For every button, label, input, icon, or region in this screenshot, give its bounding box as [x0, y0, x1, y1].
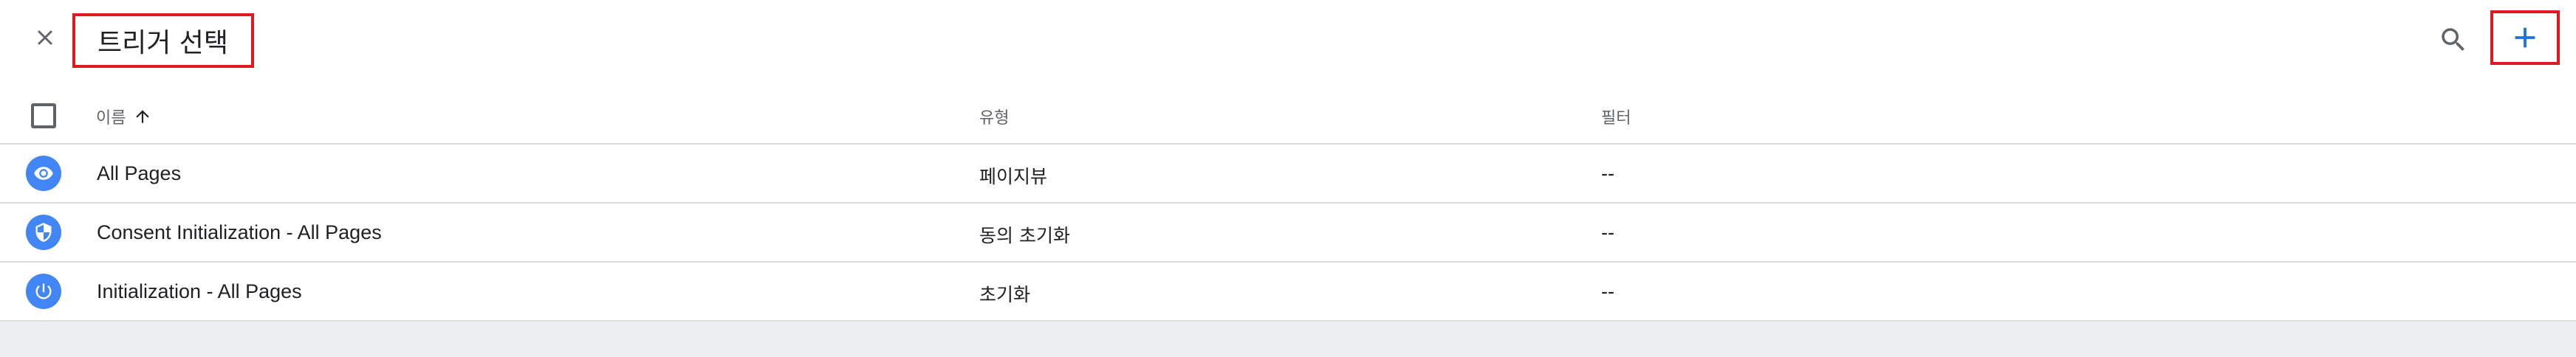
- trigger-type: 동의 초기화: [979, 225, 1070, 246]
- column-header-type[interactable]: 유형: [979, 105, 1009, 128]
- dialog-footer-background: [0, 322, 2576, 357]
- trigger-table: 이름 유형 필터 All Pages 페이지뷰 -- Consent Initi…: [0, 86, 2576, 322]
- table-row[interactable]: Initialization - All Pages 초기화 --: [0, 263, 2576, 322]
- trigger-name: All Pages: [97, 162, 182, 184]
- trigger-name: Consent Initialization - All Pages: [97, 221, 382, 243]
- trigger-type: 페이지뷰: [979, 166, 1048, 187]
- trigger-filter: --: [1601, 280, 1614, 302]
- close-icon: [38, 30, 52, 45]
- eye-icon: [26, 156, 61, 191]
- close-button[interactable]: [27, 19, 64, 56]
- table-row[interactable]: All Pages 페이지뷰 --: [0, 145, 2576, 204]
- shield-icon: [26, 215, 61, 250]
- arrow-up-icon: [133, 107, 152, 126]
- select-all-checkbox[interactable]: [31, 103, 56, 128]
- table-header: 이름 유형 필터: [0, 86, 2576, 145]
- power-icon: [26, 274, 61, 309]
- trigger-filter: --: [1601, 162, 1614, 184]
- dialog-header: 트리거 선택: [0, 0, 2576, 81]
- trigger-type: 초기화: [979, 284, 1031, 305]
- table-row[interactable]: Consent Initialization - All Pages 동의 초기…: [0, 204, 2576, 263]
- title-highlight: 트리거 선택: [72, 13, 254, 68]
- column-header-filter[interactable]: 필터: [1601, 105, 1631, 128]
- column-header-name-label: 이름: [96, 109, 126, 128]
- plus-icon: [2515, 27, 2535, 48]
- add-trigger-button[interactable]: [2490, 10, 2560, 65]
- search-button[interactable]: [2436, 22, 2471, 58]
- trigger-filter: --: [1601, 221, 1614, 243]
- search-icon: [2442, 28, 2464, 51]
- column-header-name[interactable]: 이름: [96, 105, 152, 128]
- trigger-name: Initialization - All Pages: [97, 280, 302, 302]
- page-title: 트리거 선택: [97, 28, 229, 58]
